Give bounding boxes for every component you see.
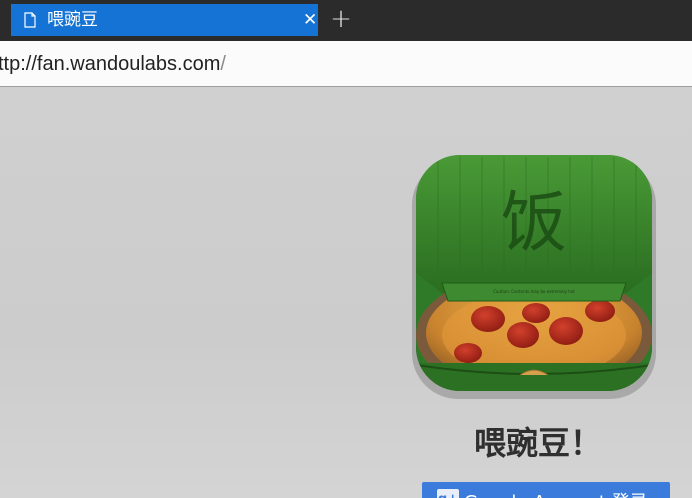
page-content: 饭 Caution: Contents may be extremely hot… [0,87,692,498]
pizza-box-icon[interactable]: 饭 Caution: Contents may be extremely hot [408,153,660,401]
login-button-label: Google Account 登录 [464,488,648,498]
url-host: ttp://fan.wandoulabs.com [0,53,221,75]
plus-icon[interactable]: + [329,6,353,32]
page-title: 喂豌豆！ [474,424,603,462]
tab-strip: 喂豌豆 ✕ + [0,0,692,41]
tab-title: 喂豌豆 [47,10,98,30]
google-plus-icon: g+ [437,489,459,498]
url-field[interactable]: ttp://fan.wandoulabs.com/ [0,52,226,76]
lid-character: 饭 [501,184,567,261]
lid-caption: Caution: Contents may be extremely hot [493,289,575,294]
google-login-button[interactable]: g+ Google Account 登录 [422,482,670,498]
tab-active[interactable]: 喂豌豆 ✕ [11,4,318,36]
url-path: / [220,53,226,75]
close-icon[interactable]: ✕ [303,10,317,30]
address-bar[interactable]: ttp://fan.wandoulabs.com/ [0,41,692,87]
page-icon [24,12,36,28]
